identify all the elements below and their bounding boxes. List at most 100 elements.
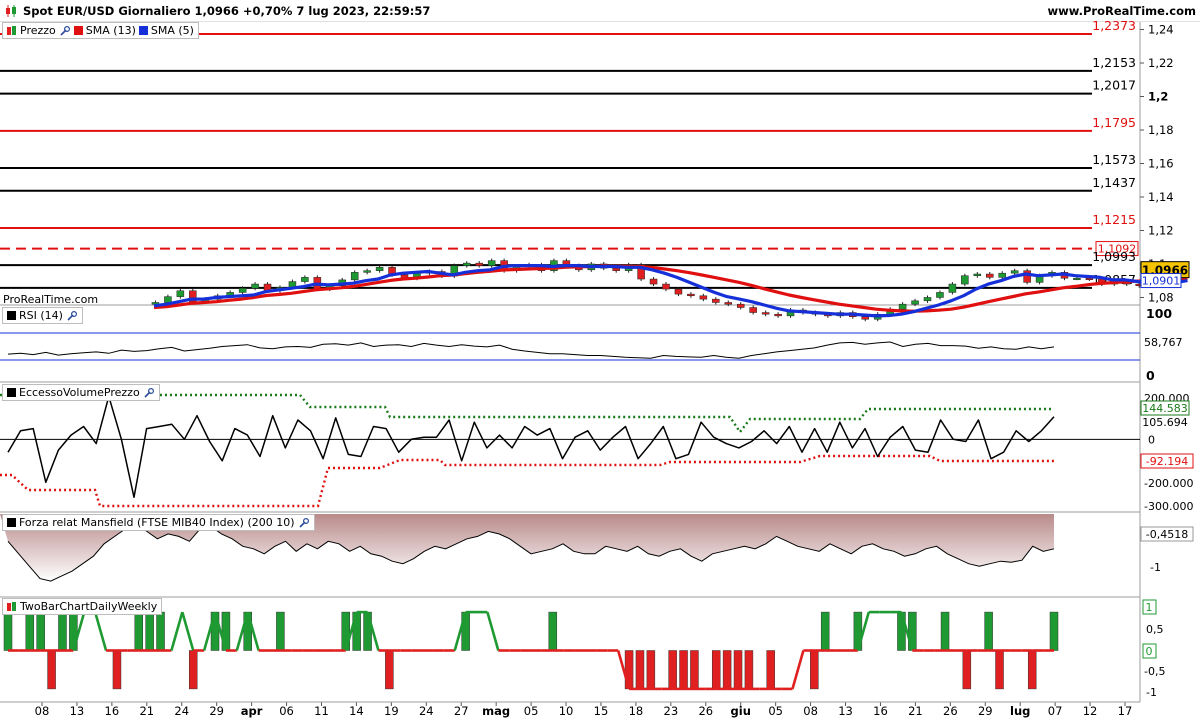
candle-up — [238, 288, 247, 293]
mansfield-swatch — [7, 518, 16, 527]
rsi-swatch — [7, 311, 16, 320]
daily-bar-down — [744, 650, 754, 690]
candle-down — [861, 316, 869, 320]
evp-legend[interactable]: EccessoVolumePrezzo — [2, 384, 160, 401]
price-legend[interactable]: Prezzo SMA (13) SMA (5) — [2, 22, 199, 39]
daily-bar-down — [711, 650, 721, 690]
candle-down — [649, 278, 658, 285]
level-label: 1,2153 — [1092, 55, 1136, 70]
mansfield-legend[interactable]: Forza relat Mansfield (FTSE MIB40 Index)… — [2, 514, 315, 531]
weekly-line — [93, 611, 108, 651]
evp-panel — [0, 393, 1140, 508]
evp-label: EccessoVolumePrezzo — [19, 386, 140, 399]
x-tick-label: 23 — [664, 704, 679, 718]
daily-bar-down — [385, 650, 394, 690]
sma5-label: SMA (5) — [150, 24, 194, 37]
candle-down — [699, 295, 708, 300]
daily-bar-up — [156, 611, 165, 651]
x-axis: 08 13 16 21 24 29 apr 06 11 14 19 24 27 mag 05 10 15 18 23… — [0, 701, 1140, 718]
candle-down — [712, 298, 720, 303]
wrench-icon[interactable] — [298, 517, 310, 529]
level-label: 1,1215 — [1092, 212, 1136, 227]
x-tick-label: 21 — [908, 704, 923, 718]
rsi-last-label: 58,767 — [1144, 336, 1183, 349]
y-tick-label: 1,14 — [1148, 190, 1174, 204]
y-tick-label: 1,18 — [1148, 123, 1174, 137]
x-tick-label: mag — [482, 704, 510, 718]
candle-up — [898, 303, 907, 310]
sma5-value-label: 1,0901 — [1142, 275, 1181, 288]
rsi-line — [7, 341, 1055, 359]
mansfield-label: Forza relat Mansfield (FTSE MIB40 Index)… — [19, 516, 295, 529]
x-tick-label: 05 — [768, 704, 783, 718]
twobar-label: TwoBarChartDailyWeekly — [20, 600, 158, 613]
candle-up — [923, 297, 932, 302]
evp-tick-label: 0 — [1148, 433, 1155, 446]
candle-down — [612, 267, 620, 271]
twobar-panel — [3, 610, 1059, 691]
x-tick-label: 26 — [698, 704, 713, 718]
x-tick-label: 19 — [384, 704, 399, 718]
wrench-icon[interactable] — [66, 310, 78, 322]
daily-bar-down — [722, 650, 732, 690]
grid-layer — [0, 22, 1141, 703]
x-tick-label: 11 — [314, 704, 329, 718]
candle-down — [749, 307, 757, 313]
x-tick-label: 18 — [629, 704, 644, 718]
candle-up — [911, 300, 919, 305]
daily-bar-up — [25, 611, 35, 651]
weekly-line — [486, 611, 500, 651]
x-tick-label: 10 — [559, 704, 574, 718]
x-tick-label: 13 — [70, 704, 85, 718]
candle-up — [961, 275, 969, 285]
wrench-icon[interactable] — [143, 387, 155, 399]
rsi-legend[interactable]: RSI (14) — [2, 307, 83, 324]
daily-bar-up — [940, 611, 950, 651]
level-label: 1,1437 — [1092, 175, 1136, 190]
sma5-swatch — [138, 26, 148, 35]
weekly-line — [170, 611, 184, 651]
wrench-icon[interactable] — [59, 25, 71, 37]
candle-up — [973, 273, 982, 276]
twobar-tick-label: 0,5 — [1146, 623, 1164, 636]
sma13-label: SMA (13) — [85, 24, 136, 37]
level-label: 1,1795 — [1092, 115, 1136, 130]
daily-bar-down — [1027, 650, 1037, 690]
candle-up — [1010, 270, 1019, 274]
candle-up — [251, 283, 259, 289]
x-tick-label: 15 — [594, 704, 609, 718]
evp-lower-band — [0, 454, 1054, 508]
daily-bar-down — [47, 650, 56, 690]
y-tick-label: 1,08 — [1148, 290, 1174, 304]
y-axis: 1,241,221,21,181,161,141,121,11,081,0966… — [1140, 23, 1194, 699]
price-label: Prezzo — [20, 24, 56, 37]
x-tick-label: 06 — [279, 704, 294, 718]
y-tick-label: 1,2 — [1148, 90, 1168, 104]
daily-bar-up — [134, 611, 143, 651]
candle-down — [475, 262, 483, 266]
evp-tick-label: -200.000 — [1144, 477, 1193, 490]
candle-up — [363, 270, 371, 273]
candlestick-icon — [7, 25, 17, 37]
twobar-legend[interactable]: TwoBarChartDailyWeekly — [2, 598, 163, 615]
daily-bar-down — [668, 650, 677, 690]
rsi-tick-label: 0 — [1146, 368, 1155, 383]
rsi-label: RSI (14) — [19, 309, 63, 322]
candle-up — [998, 272, 1006, 278]
twobar-zero-label: 0 — [1146, 645, 1153, 658]
weekly-line — [181, 611, 195, 651]
candle-up — [948, 283, 957, 293]
x-tick-label: lug — [1010, 704, 1030, 718]
y-tick-label: 1,24 — [1148, 23, 1174, 37]
daily-bar-up — [820, 611, 830, 651]
daily-bar-up — [58, 611, 67, 651]
mansfield-tick-label: -1 — [1150, 561, 1161, 574]
level-label: 1,2373 — [1092, 18, 1136, 33]
candle-down — [736, 303, 745, 308]
chart-canvas: 1,23731,21531,20171,17951,15731,14371,12… — [0, 18, 1194, 718]
x-tick-label: 14 — [349, 704, 364, 718]
x-tick-label: apr — [241, 704, 263, 718]
candle-down — [724, 302, 733, 305]
candle-up — [1073, 277, 1081, 280]
candle-down — [774, 313, 782, 317]
